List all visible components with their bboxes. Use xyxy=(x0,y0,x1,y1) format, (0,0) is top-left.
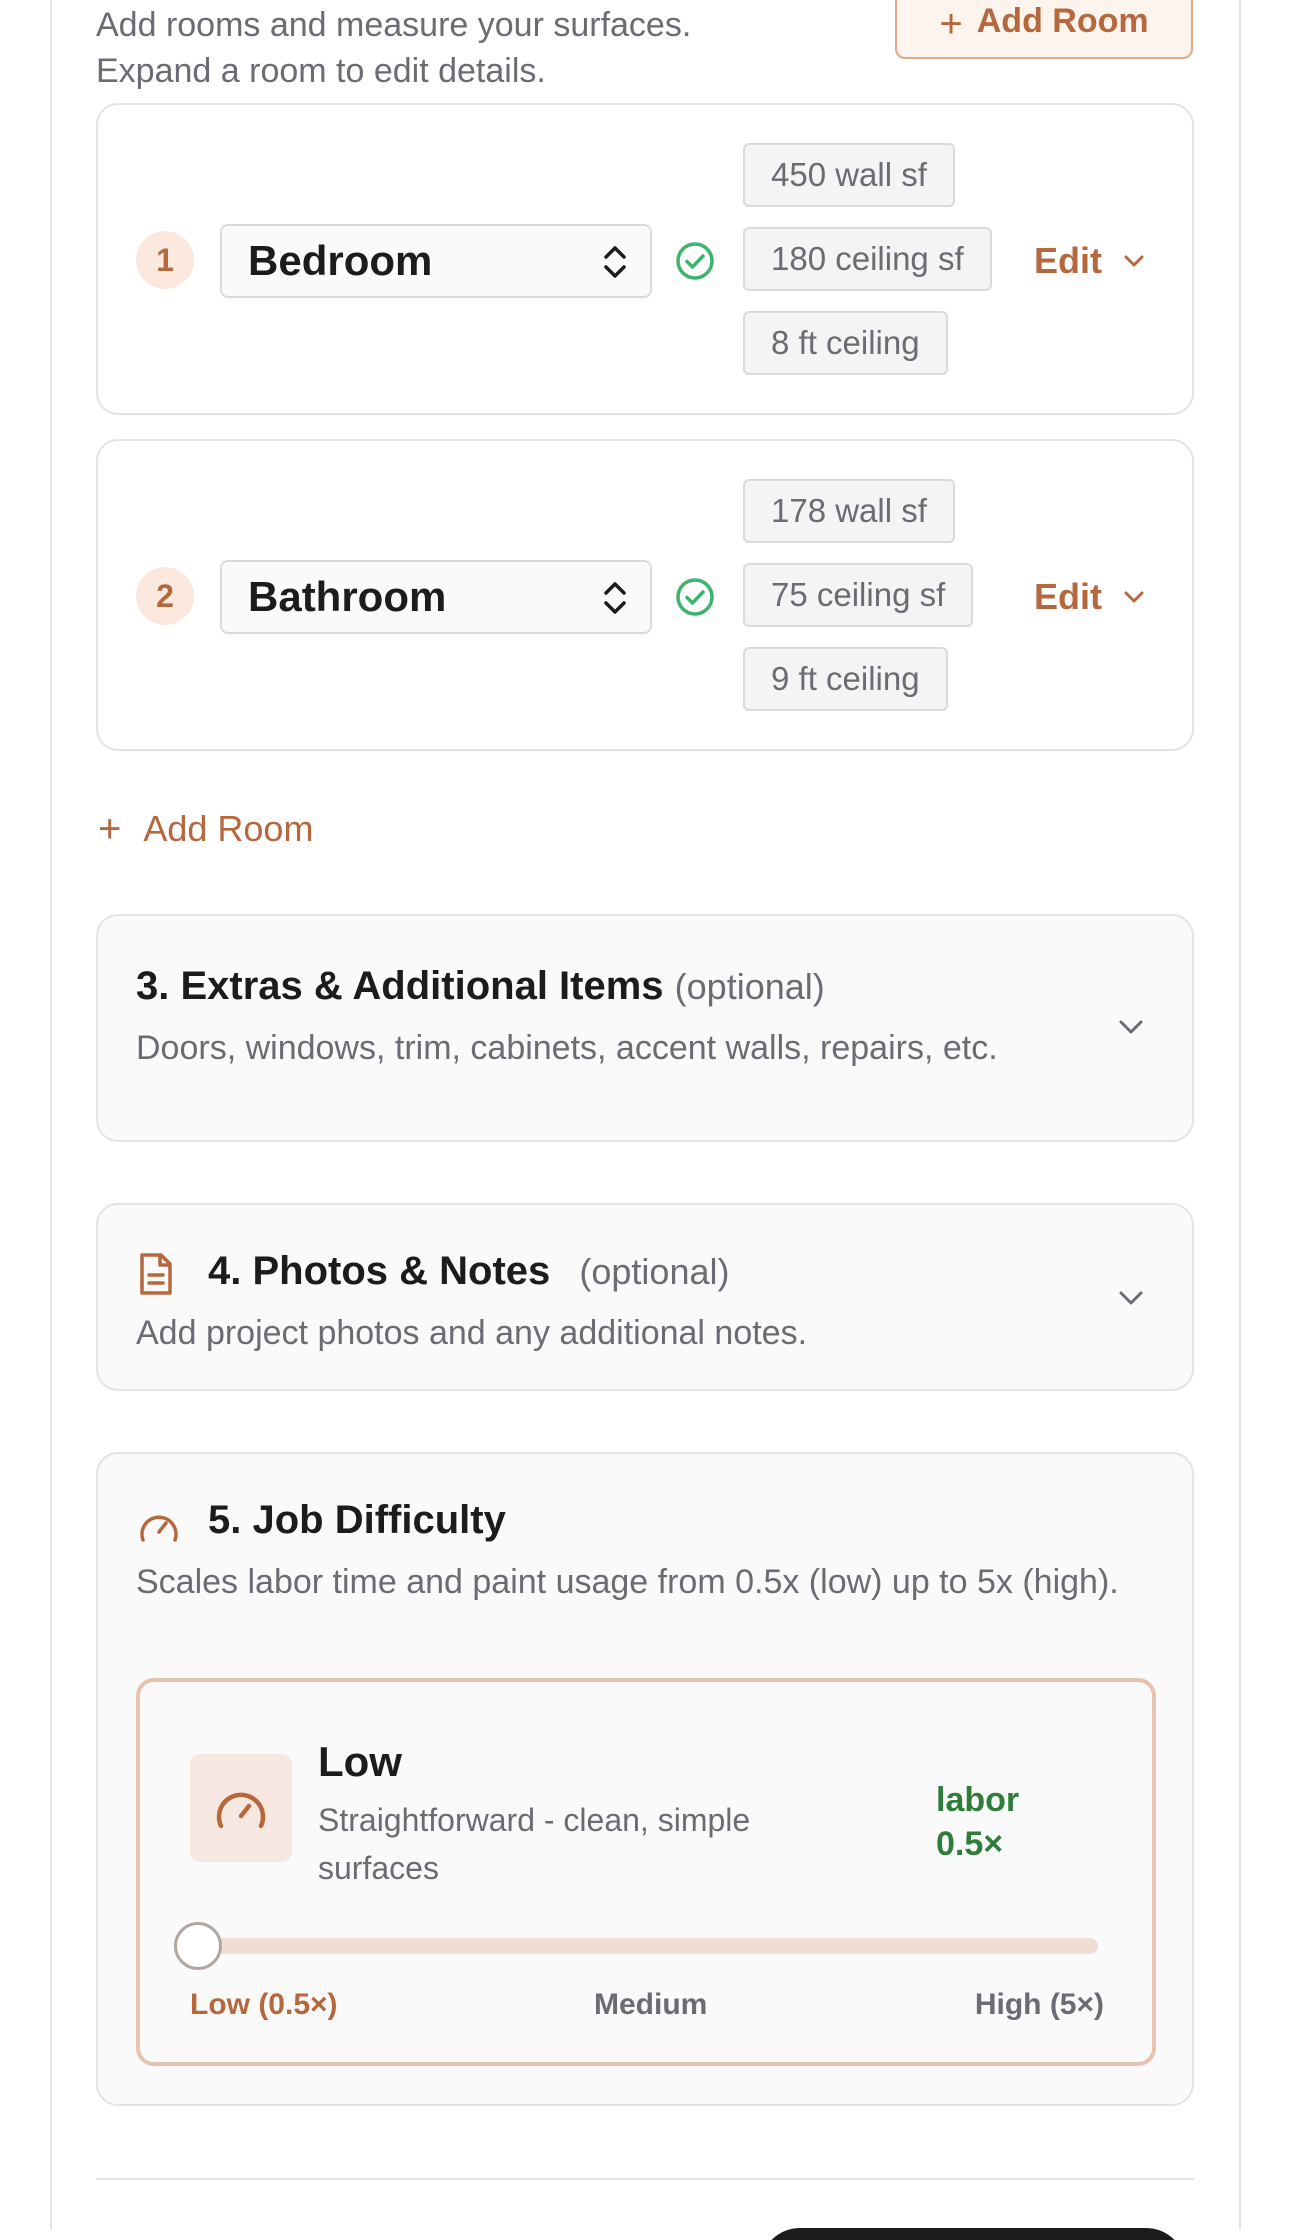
optional-tag: (optional) xyxy=(579,1251,730,1292)
extras-section[interactable]: 3. Extras & Additional Items (optional) … xyxy=(96,914,1194,1142)
extras-title: 3. Extras & Additional Items (optional) xyxy=(136,964,825,1009)
updown-chevron-icon xyxy=(604,582,626,614)
edit-label: Edit xyxy=(1034,240,1102,281)
photos-description: Add project photos and any additional no… xyxy=(136,1314,808,1352)
difficulty-description: Scales labor time and paint usage from 0… xyxy=(136,1563,1119,1601)
check-circle-icon xyxy=(676,242,714,280)
ceiling-height-badge: 9 ft ceiling xyxy=(743,647,948,711)
extras-title-text: 3. Extras & Additional Items xyxy=(136,964,664,1008)
room-card-2: 2 Bathroom 178 wall sf 75 ceiling sf 9 f… xyxy=(96,439,1194,751)
bottom-floating-bar[interactable] xyxy=(760,2228,1186,2240)
add-room-link[interactable]: + Add Room xyxy=(98,808,313,850)
room-type-select[interactable]: Bathroom xyxy=(220,560,652,634)
document-icon xyxy=(140,1253,172,1295)
room-number-badge: 1 xyxy=(136,231,194,289)
rooms-intro: Add rooms and measure your surfaces. Exp… xyxy=(96,2,816,94)
room-number-badge: 2 xyxy=(136,567,194,625)
add-room-link-label: Add Room xyxy=(143,808,314,849)
photos-title-text: 4. Photos & Notes xyxy=(208,1249,551,1293)
add-room-button[interactable]: + Add Room xyxy=(895,0,1193,59)
updown-chevron-icon xyxy=(604,246,626,278)
level-name: Low xyxy=(318,1738,402,1785)
room-card-1: 1 Bedroom 450 wall sf 180 ceiling sf 8 f… xyxy=(96,103,1194,415)
labor-label: labor xyxy=(936,1781,1020,1819)
difficulty-title: 5. Job Difficulty xyxy=(208,1498,506,1542)
level-description: Straightforward - clean, simple surfaces xyxy=(318,1802,751,1886)
section-divider xyxy=(96,2178,1194,2180)
ceiling-area-badge: 180 ceiling sf xyxy=(743,227,992,291)
check-circle-icon xyxy=(676,578,714,616)
edit-room-button[interactable]: Edit xyxy=(1034,233,1148,289)
gauge-icon xyxy=(216,1792,266,1829)
wall-area-badge: 450 wall sf xyxy=(743,143,955,207)
edit-room-button[interactable]: Edit xyxy=(1034,569,1148,625)
chevron-down-icon xyxy=(1119,1291,1143,1305)
gauge-icon xyxy=(140,1515,178,1542)
optional-tag: (optional) xyxy=(674,966,825,1007)
slider-label-medium: Medium xyxy=(594,1988,708,2021)
wall-area-badge: 178 wall sf xyxy=(743,479,955,543)
intro-line-2: Expand a room to edit details. xyxy=(96,52,546,90)
photos-title: 4. Photos & Notes (optional) xyxy=(208,1249,729,1294)
level-icon-box xyxy=(190,1754,292,1862)
edit-label: Edit xyxy=(1034,576,1102,617)
chevron-down-icon xyxy=(1124,255,1144,267)
chevron-down-icon xyxy=(1124,591,1144,603)
labor-value: 0.5× xyxy=(936,1825,1004,1863)
room-type-value: Bathroom xyxy=(248,573,447,620)
labor-multiplier: labor 0.5× xyxy=(936,1778,1076,1866)
add-room-button-label: Add Room xyxy=(976,2,1149,40)
slider-label-low: Low (0.5×) xyxy=(190,1988,338,2021)
slider-thumb[interactable] xyxy=(174,1922,222,1970)
ceiling-height-badge: 8 ft ceiling xyxy=(743,311,948,375)
plus-icon: + xyxy=(939,2,963,46)
difficulty-slider[interactable] xyxy=(174,1922,1098,1970)
photos-notes-section[interactable]: 4. Photos & Notes (optional) Add project… xyxy=(96,1203,1194,1391)
room-type-select[interactable]: Bedroom xyxy=(220,224,652,298)
difficulty-level-card: Low Straightforward - clean, simple surf… xyxy=(136,1678,1156,2066)
extras-description: Doors, windows, trim, cabinets, accent w… xyxy=(136,1029,998,1067)
intro-line-1: Add rooms and measure your surfaces. xyxy=(96,6,692,44)
room-type-value: Bedroom xyxy=(248,237,433,284)
job-difficulty-section: 5. Job Difficulty Scales labor time and … xyxy=(96,1452,1194,2106)
ceiling-area-badge: 75 ceiling sf xyxy=(743,563,974,627)
slider-label-high: High (5×) xyxy=(974,1988,1104,2021)
chevron-down-icon xyxy=(1119,1020,1143,1034)
plus-icon: + xyxy=(98,807,122,851)
